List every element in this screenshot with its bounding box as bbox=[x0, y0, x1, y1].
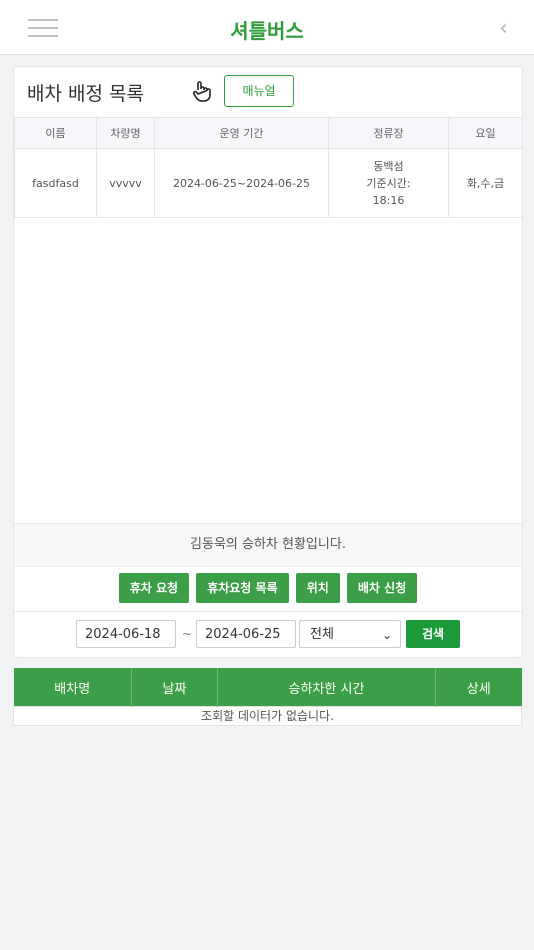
stop-name: 동백섬 bbox=[373, 159, 404, 173]
column-header-date: 날짜 bbox=[131, 668, 218, 707]
filter-select-value: 전체 bbox=[310, 627, 334, 642]
empty-row: 조회할 데이터가 없습니다. bbox=[13, 706, 522, 726]
date-separator: ~ bbox=[182, 627, 193, 641]
action-buttons: 휴차 요청 휴차요청 목록 위치 배차 신청 bbox=[14, 573, 522, 603]
stop-time-label: 기준시간: bbox=[366, 176, 411, 190]
cell-days: 화,수,금 bbox=[448, 148, 522, 218]
table-header-row: 이름 차량명 운영 기간 정류장 요일 bbox=[14, 117, 522, 149]
filter-select[interactable]: 전체 ⌄ bbox=[299, 620, 401, 648]
table-row[interactable]: fasdfasd vvvvv 2024-06-25~2024-06-25 동백섬… bbox=[14, 148, 522, 218]
location-button[interactable]: 위치 bbox=[295, 573, 340, 603]
chevron-left-icon[interactable]: ‹ bbox=[499, 16, 508, 41]
rest-request-button[interactable]: 휴차 요청 bbox=[118, 573, 190, 603]
filter-bar: 2024-06-18 ~ 2024-06-25 전체 ⌄ 검색 bbox=[14, 611, 522, 657]
cell-stop: 동백섬 기준시간: 18:16 bbox=[328, 148, 449, 218]
empty-message: 조회할 데이터가 없습니다. bbox=[13, 706, 522, 726]
column-header-vehicle: 차량명 bbox=[96, 117, 155, 149]
column-header-days: 요일 bbox=[448, 117, 522, 149]
chevron-down-icon: ⌄ bbox=[381, 628, 392, 642]
column-header-detail: 상세 bbox=[435, 668, 522, 707]
pointing-hand-icon bbox=[192, 81, 211, 102]
cell-name: fasdfasd bbox=[14, 148, 97, 218]
search-button[interactable]: 검색 bbox=[406, 620, 460, 648]
column-header-dispatch-name: 배차명 bbox=[13, 668, 132, 707]
column-header-boarding-time: 승하차한 시간 bbox=[217, 668, 436, 707]
card-header: 배차 배정 목록 매뉴얼 bbox=[14, 67, 522, 117]
manual-button[interactable]: 매뉴얼 bbox=[224, 75, 294, 107]
cell-period: 2024-06-25~2024-06-25 bbox=[154, 148, 329, 218]
app-title: 셔틀버스 bbox=[230, 19, 304, 43]
stop-time-value: 18:16 bbox=[372, 193, 405, 207]
column-header-stop: 정류장 bbox=[328, 117, 449, 149]
start-date-input[interactable]: 2024-06-18 bbox=[76, 620, 176, 648]
column-header-name: 이름 bbox=[14, 117, 97, 149]
top-bar: 셔틀버스 ‹ bbox=[0, 0, 534, 55]
end-date-input[interactable]: 2024-06-25 bbox=[196, 620, 296, 648]
rest-list-button[interactable]: 휴차요청 목록 bbox=[196, 573, 289, 603]
cell-vehicle: vvvvv bbox=[96, 148, 155, 218]
page-title: 배차 배정 목록 bbox=[27, 83, 144, 105]
assignment-table: 이름 차량명 운영 기간 정류장 요일 fasdfasd vvvvv 2024-… bbox=[14, 117, 522, 218]
assignment-card: 배차 배정 목록 매뉴얼 이름 차량명 운영 기간 정류장 요일 fasdfas… bbox=[13, 66, 523, 658]
records-header-row: 배차명 날짜 승하차한 시간 상세 bbox=[13, 668, 522, 707]
column-header-period: 운영 기간 bbox=[154, 117, 329, 149]
records-table: 배차명 날짜 승하차한 시간 상세 조회할 데이터가 없습니다. bbox=[13, 668, 522, 726]
dispatch-apply-button[interactable]: 배차 신청 bbox=[346, 573, 418, 603]
status-message: 김동욱의 승하차 현황입니다. bbox=[14, 523, 522, 567]
